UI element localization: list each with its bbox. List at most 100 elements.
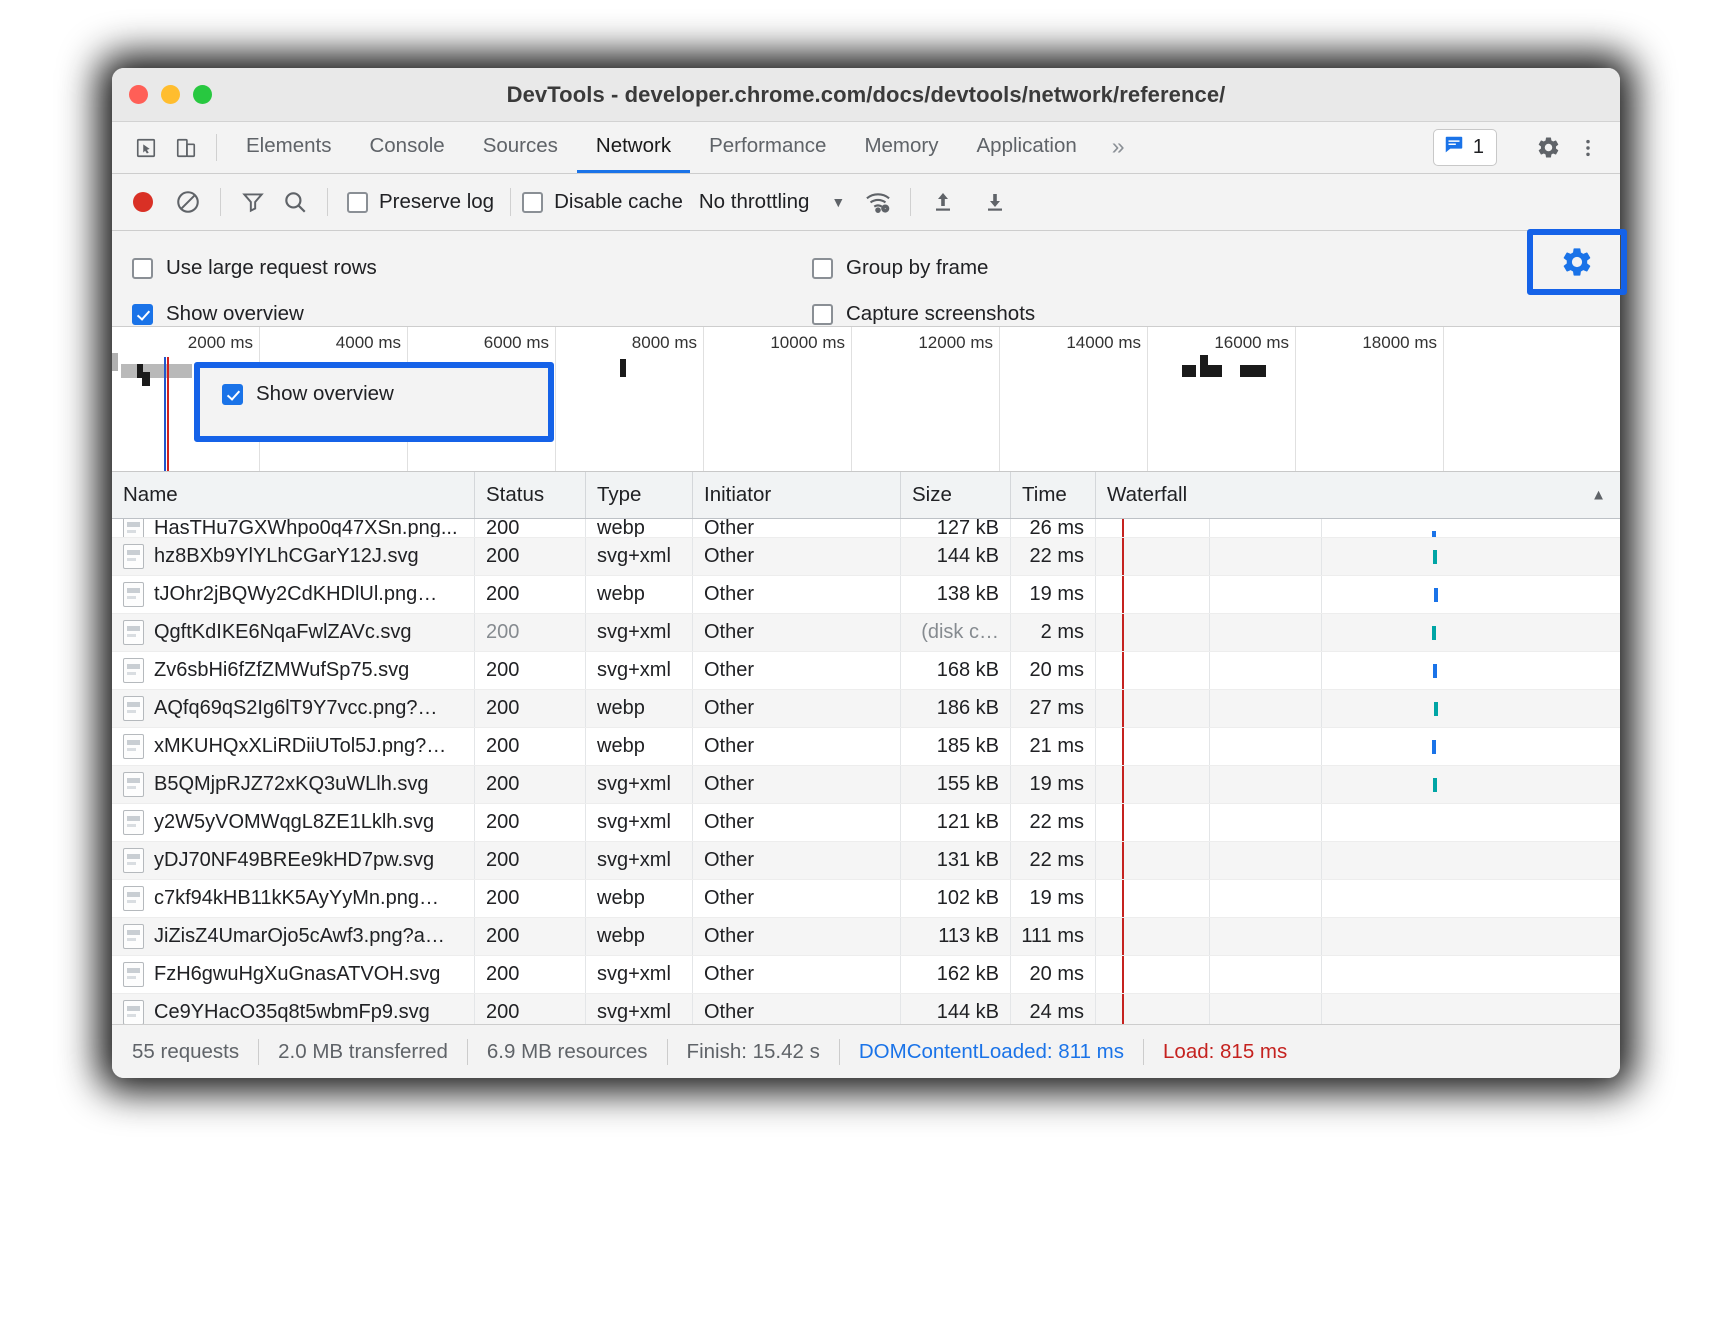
table-row[interactable]: Zv6sbHi6fZfZMWufSp75.svg 200 svg+xml Other 1…	[112, 652, 1620, 690]
cell-waterfall	[1096, 576, 1620, 613]
table-row[interactable]: HasTHu7GXWhpo0q47XSn.png... 200 webp Other 1…	[112, 519, 1620, 538]
file-image-icon	[123, 1000, 144, 1024]
disable-cache-checkbox[interactable]: Disable cache	[522, 190, 683, 214]
file-image-icon	[123, 848, 144, 873]
column-header-waterfall[interactable]: Waterfall ▲	[1096, 472, 1620, 518]
table-row[interactable]: QgftKdIKE6NqaFwlZAVc.svg 200 svg+xml Other(…	[112, 614, 1620, 652]
window-titlebar: DevTools - developer.chrome.com/docs/dev…	[112, 68, 1620, 122]
cell-type: webp	[586, 918, 693, 955]
cell-initiator: Other	[693, 918, 901, 955]
cell-initiator: Other	[693, 614, 901, 651]
network-conditions-icon[interactable]	[857, 181, 899, 223]
status-load: Load: 815 ms	[1163, 1039, 1288, 1063]
waterfall-bar	[1434, 588, 1438, 602]
overview-tick: 8000 ms	[556, 327, 704, 471]
column-header-initiator[interactable]: Initiator	[693, 472, 901, 518]
cell-name: FzH6gwuHgXuGnasATVOH.svg	[112, 956, 475, 993]
column-header-time[interactable]: Time	[1011, 472, 1096, 518]
waterfall-bar	[1433, 778, 1437, 792]
group-by-frame-box[interactable]	[812, 257, 833, 279]
upload-har-icon[interactable]	[922, 181, 964, 223]
table-row[interactable]: Ce9YHacO35q8t5wbmFp9.svg 200 svg+xml Other 1…	[112, 994, 1620, 1024]
table-row[interactable]: c7kf94kHB11kK5AyYyMn.png… 200 webp Other 102…	[112, 880, 1620, 918]
cell-type: webp	[586, 690, 693, 727]
table-row[interactable]: tJOhr2jBQWy2CdKHDlUl.png… 200 webp Other 138…	[112, 576, 1620, 614]
waterfall-gridline	[1209, 956, 1210, 993]
close-window-button[interactable]	[129, 85, 148, 104]
use-large-request-rows-box[interactable]	[132, 257, 153, 279]
capture-screenshots-box[interactable]	[812, 303, 833, 325]
more-options-icon[interactable]	[1568, 128, 1608, 168]
waterfall-load-marker	[1122, 652, 1124, 689]
overview-tick-label: 6000 ms	[483, 333, 549, 352]
table-row[interactable]: y2W5yVOMWqgL8ZE1Lklh.svg 200 svg+xml Other 1…	[112, 804, 1620, 842]
network-overview-timeline[interactable]: 2000 ms 4000 ms 6000 ms 8000 ms 10000 ms…	[112, 327, 1620, 472]
filter-funnel-icon[interactable]	[232, 181, 274, 223]
tab-performance[interactable]: Performance	[690, 122, 845, 173]
tab-memory[interactable]: Memory	[845, 122, 957, 173]
tab-sources[interactable]: Sources	[464, 122, 577, 173]
clear-no-entry-icon[interactable]	[167, 181, 209, 223]
overview-request-block	[1200, 355, 1208, 377]
disable-cache-box[interactable]	[522, 191, 544, 213]
overview-tick-label: 16000 ms	[1214, 333, 1289, 352]
cursor-inspect-icon[interactable]	[126, 122, 166, 173]
table-body[interactable]: HasTHu7GXWhpo0q47XSn.png... 200 webp Other 1…	[112, 519, 1620, 1024]
table-row[interactable]: yDJ70NF49BREe9kHD7pw.svg 200 svg+xml Other 1…	[112, 842, 1620, 880]
tab-network[interactable]: Network	[576, 122, 691, 173]
table-row[interactable]: hz8BXb9YlYLhCGarY12J.svg 200 svg+xml Other 1…	[112, 538, 1620, 576]
preserve-log-checkbox[interactable]: Preserve log	[347, 190, 494, 214]
chevron-down-icon[interactable]: ▼	[831, 194, 845, 210]
devtools-tabstrip: Elements Console Sources Network Perform…	[112, 122, 1620, 174]
show-overview-box[interactable]	[132, 303, 153, 325]
sort-ascending-icon: ▲	[1591, 486, 1606, 504]
tab-console[interactable]: Console	[350, 122, 463, 173]
download-har-icon[interactable]	[974, 181, 1016, 223]
waterfall-load-marker	[1122, 519, 1124, 537]
search-icon[interactable]	[274, 181, 316, 223]
table-row[interactable]: xMKUHQxXLiRDiiUTol5J.png?… 200 webp Other 18…	[112, 728, 1620, 766]
overview-tick-label: 18000 ms	[1362, 333, 1437, 352]
column-header-name[interactable]: Name	[112, 472, 475, 518]
device-toggle-icon[interactable]	[166, 122, 206, 173]
table-row[interactable]: FzH6gwuHgXuGnasATVOH.svg 200 svg+xml Other 1…	[112, 956, 1620, 994]
cell-waterfall	[1096, 804, 1620, 841]
waterfall-bar	[1432, 740, 1436, 754]
maximize-window-button[interactable]	[193, 85, 212, 104]
cell-time: 111 ms	[1011, 918, 1096, 955]
waterfall-gridline	[1321, 519, 1322, 537]
cell-time: 20 ms	[1011, 956, 1096, 993]
cell-time: 22 ms	[1011, 804, 1096, 841]
issues-button[interactable]: 1	[1432, 129, 1497, 166]
cell-name: Ce9YHacO35q8t5wbmFp9.svg	[112, 994, 475, 1024]
tab-application[interactable]: Application	[958, 122, 1096, 173]
file-image-icon	[123, 696, 144, 721]
table-row[interactable]: AQfq69qS2Ig6lT9Y7vcc.png?… 200 webp Other 18…	[112, 690, 1620, 728]
more-tabs-chevron-icon[interactable]: »	[1096, 122, 1141, 173]
column-header-status[interactable]: Status	[475, 472, 586, 518]
file-image-icon	[123, 962, 144, 987]
waterfall-gridline	[1209, 614, 1210, 651]
waterfall-bar	[1432, 626, 1436, 640]
cell-name-text: AQfq69qS2Ig6lT9Y7vcc.png?…	[154, 697, 438, 719]
waterfall-gridline	[1209, 842, 1210, 879]
preserve-log-box[interactable]	[347, 191, 368, 213]
use-large-request-rows-checkbox[interactable]: Use large request rows	[132, 245, 377, 291]
cell-initiator: Other	[693, 766, 901, 803]
cell-name: JiZisZ4UmarOjo5cAwf3.png?a…	[112, 918, 475, 955]
throttling-select[interactable]: No throttling	[699, 190, 810, 214]
column-header-type[interactable]: Type	[586, 472, 693, 518]
devtools-settings-gear-icon[interactable]	[1528, 128, 1568, 168]
table-row[interactable]: B5QMjpRJZ72xKQ3uWLlh.svg 200 svg+xml Other 1…	[112, 766, 1620, 804]
waterfall-gridline	[1321, 766, 1322, 803]
table-row[interactable]: JiZisZ4UmarOjo5cAwf3.png?a… 200 webp Other 1…	[112, 918, 1620, 956]
group-by-frame-checkbox[interactable]: Group by frame	[812, 245, 1035, 291]
record-button[interactable]	[133, 192, 153, 212]
file-image-icon	[123, 620, 144, 645]
column-header-size[interactable]: Size	[901, 472, 1011, 518]
gear-icon[interactable]	[1546, 246, 1608, 278]
tab-elements[interactable]: Elements	[227, 122, 350, 173]
cell-name-text: y2W5yVOMWqgL8ZE1Lklh.svg	[154, 811, 435, 833]
minimize-window-button[interactable]	[161, 85, 180, 104]
waterfall-gridline	[1209, 519, 1210, 537]
